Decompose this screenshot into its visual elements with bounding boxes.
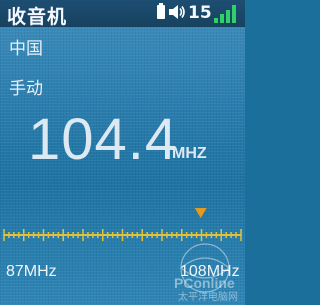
tuning-marker-icon[interactable]	[194, 208, 207, 218]
region-label: 中国	[9, 39, 43, 59]
range-min-label: 87MHz	[6, 263, 57, 280]
radio-screen: 收音机 15 中国 手动 104.4 MHZ 87MHz 108MHz PCon…	[0, 0, 245, 305]
volume-level: 15	[188, 3, 212, 23]
tuning-mode-label[interactable]: 手动	[9, 74, 43, 99]
title-bar: 收音机 15	[0, 0, 245, 28]
frequency-display: 104.4	[28, 107, 179, 172]
range-max-label: 108MHz	[180, 263, 240, 280]
volume-icon[interactable]	[168, 3, 186, 21]
battery-icon	[157, 3, 165, 19]
svg-text:太平洋电脑网: 太平洋电脑网	[178, 290, 238, 302]
signal-icon	[214, 5, 236, 23]
app-title: 收音机	[7, 6, 68, 28]
frequency-unit: MHZ	[172, 145, 207, 162]
tuning-scale[interactable]	[0, 196, 245, 246]
